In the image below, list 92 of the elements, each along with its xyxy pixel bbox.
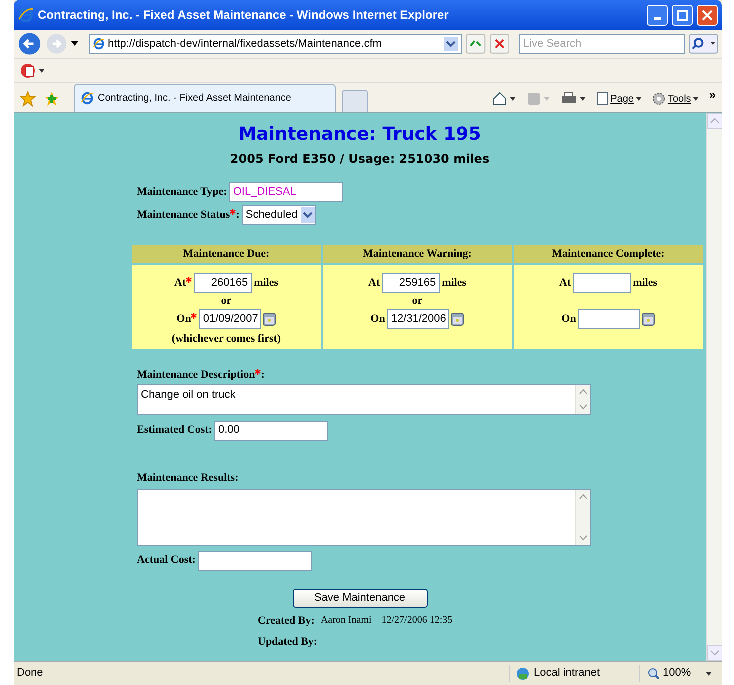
- star-icon[interactable]: [20, 91, 36, 107]
- dropdown-icon[interactable]: [444, 37, 458, 51]
- calendar-icon[interactable]: [642, 312, 656, 326]
- add-favorite-icon[interactable]: [44, 91, 60, 107]
- page-icon: [596, 92, 609, 106]
- field-label: At: [174, 274, 192, 292]
- field-label: Created By:: [258, 614, 315, 628]
- field-label: Maintenance Description :: [137, 368, 266, 383]
- url-text: http://dispatch-dev/internal/fixedassets/Maintenance.cfm: [108, 36, 383, 52]
- minimize-icon: [654, 16, 661, 20]
- address-field[interactable]: http://dispatch-dev/internal/fixedassets/Maintenance.cfm: [89, 34, 462, 54]
- field-label: On: [562, 312, 576, 327]
- note-text: (whichever comes first): [172, 332, 282, 347]
- field-label: or: [412, 294, 423, 309]
- field-label: Estimated Cost:: [137, 423, 212, 438]
- asterisk-icon: [230, 208, 236, 215]
- close-icon: [702, 10, 713, 20]
- miles-field[interactable]: [573, 273, 632, 293]
- print-icon[interactable]: [560, 92, 587, 106]
- window-title: Contracting, Inc. - Fixed Asset Maintenance - Windows Internet Explorer: [38, 7, 450, 24]
- pdf-icon[interactable]: [20, 62, 46, 78]
- page-subtitle: 2005 Ford E350 / Usage: 251030 miles: [230, 151, 490, 168]
- field-label: miles: [633, 276, 658, 291]
- status-text: Done: [17, 666, 44, 682]
- date-field[interactable]: 12/31/2006: [387, 309, 450, 329]
- cost-field[interactable]: [198, 550, 312, 570]
- browser-tab[interactable]: Contracting, Inc. - Fixed Asset Maintenance: [74, 84, 336, 112]
- page-menu[interactable]: Page: [596, 92, 642, 106]
- field-label: Maintenance Type:: [137, 184, 228, 200]
- tools-menu[interactable]: Tools: [652, 92, 700, 106]
- zoom-control[interactable]: 100%: [639, 665, 719, 682]
- close-button[interactable]: [697, 4, 718, 26]
- asterisk-icon: [186, 276, 192, 283]
- created-time: 12/27/2006 12:35: [382, 614, 453, 628]
- minimize-button[interactable]: [647, 4, 668, 26]
- miles-field[interactable]: 259165: [382, 273, 440, 293]
- page-title: Maintenance: Truck 195: [238, 123, 482, 147]
- gear-icon: [652, 92, 666, 106]
- caret-icon[interactable]: [693, 97, 700, 101]
- zoom-icon: [648, 668, 660, 680]
- text-area[interactable]: [137, 488, 591, 546]
- column-header: Maintenance Due:: [132, 245, 321, 263]
- page-icon: [93, 38, 106, 50]
- column-header: Maintenance Warning:: [323, 245, 512, 263]
- type-field[interactable]: OIL_DIESAL: [229, 182, 344, 202]
- creator-name: Aaron Inami: [320, 614, 372, 628]
- new-tab-button[interactable]: [342, 90, 368, 112]
- caret-icon[interactable]: [636, 97, 642, 101]
- field-label: Actual Cost:: [137, 553, 196, 568]
- dropdown-icon: [300, 207, 315, 223]
- back-button[interactable]: [18, 32, 42, 56]
- field-label: or: [221, 294, 232, 309]
- stop-icon[interactable]: [490, 34, 510, 54]
- text-area[interactable]: Change oil on truck: [137, 384, 591, 414]
- caret-icon[interactable]: [71, 41, 80, 47]
- status-select[interactable]: Scheduled: [242, 205, 316, 225]
- page-icon: [81, 92, 94, 105]
- asterisk-icon: [255, 369, 262, 375]
- scroll-down-icon[interactable]: [707, 645, 722, 661]
- page-scrollbar[interactable]: [706, 113, 722, 661]
- column-header: Maintenance Complete:: [514, 245, 703, 263]
- cost-field[interactable]: 0.00: [214, 420, 328, 440]
- browser-icon: [18, 7, 34, 23]
- calendar-icon[interactable]: [451, 312, 464, 326]
- field-label: Maintenance Results:: [137, 472, 239, 484]
- search-icon[interactable]: [688, 34, 718, 54]
- field-label: miles: [442, 276, 467, 291]
- home-icon[interactable]: [492, 92, 517, 106]
- zone-text: Local intranet: [534, 666, 600, 682]
- field-label: On: [176, 310, 198, 328]
- field-label: Updated By:: [258, 636, 318, 648]
- field-label: miles: [254, 276, 279, 291]
- globe-icon: [516, 666, 530, 680]
- scrollbar[interactable]: [575, 384, 590, 414]
- date-field[interactable]: [578, 309, 640, 329]
- refresh-icon[interactable]: [466, 34, 486, 54]
- asterisk-icon: [191, 312, 198, 319]
- calendar-icon[interactable]: [263, 312, 276, 326]
- more-button[interactable]: »: [709, 86, 716, 104]
- field-label: Maintenance Status :: [137, 208, 240, 223]
- field-label: At: [559, 276, 572, 291]
- maximize-icon: [677, 10, 688, 20]
- caret-icon[interactable]: [706, 672, 712, 676]
- save-button[interactable]: Save Maintenance: [292, 588, 428, 608]
- maximize-button[interactable]: [672, 4, 693, 26]
- scroll-up-icon[interactable]: [707, 113, 722, 129]
- miles-field[interactable]: 260165: [194, 273, 252, 293]
- feed-icon[interactable]: [526, 92, 551, 106]
- scrollbar[interactable]: [575, 490, 590, 544]
- date-field[interactable]: 01/09/2007: [199, 309, 262, 329]
- field-label: At: [368, 276, 380, 291]
- field-label: On: [370, 312, 386, 327]
